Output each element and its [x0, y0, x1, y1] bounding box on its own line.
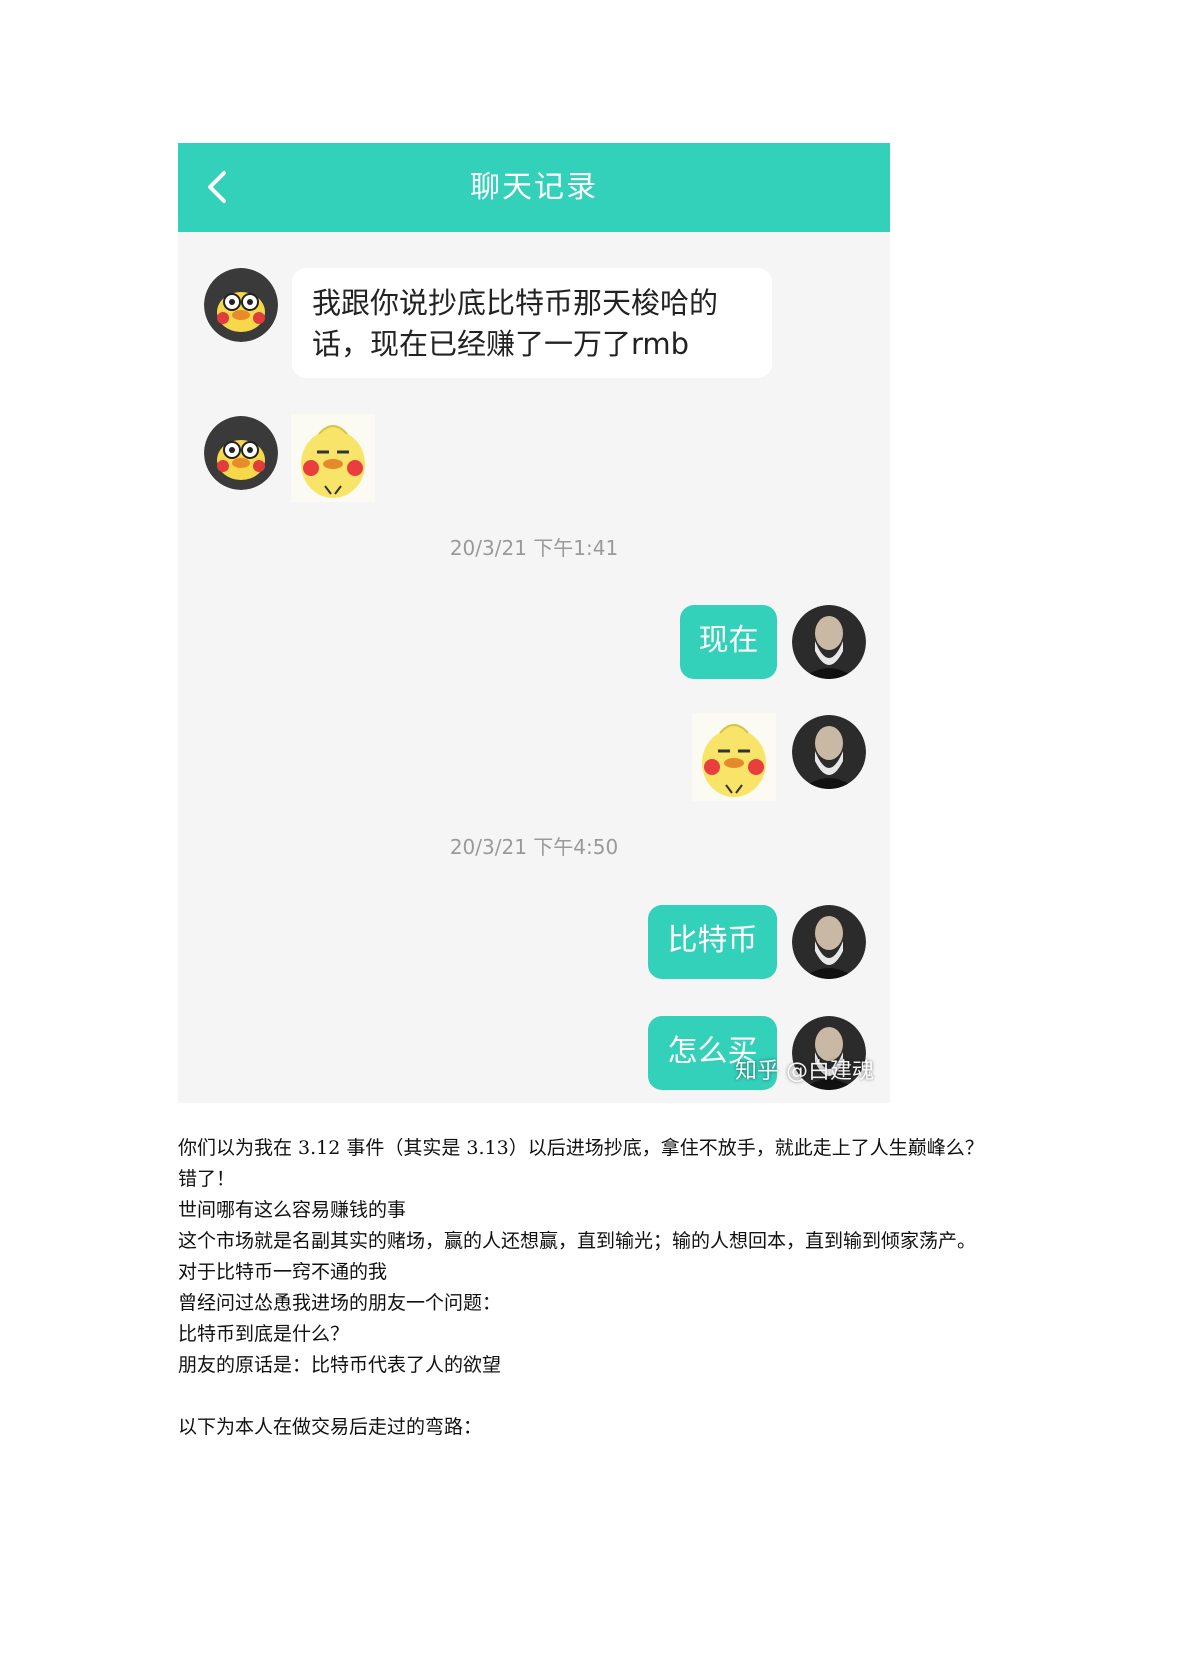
- paragraph: 对于比特币一窍不通的我: [178, 1261, 388, 1283]
- paragraph: 错了！: [178, 1168, 236, 1190]
- paragraph: 世间哪有这么容易赚钱的事: [178, 1199, 407, 1221]
- message-bubble-now: 现在: [680, 605, 777, 679]
- paragraph: 朋友的原话是：比特币代表了人的欲望: [178, 1354, 502, 1376]
- yellow-duck-sticker[interactable]: [291, 414, 375, 502]
- paragraph: 你们以为我在 3.12 事件（其实是 3.13）以后进场抄底，拿住不放手，就此走…: [178, 1137, 984, 1159]
- chat-screenshot: 聊天记录 我跟你说抄底比特币那天梭哈的话，现在已经赚了一万了rmb 20/3/2…: [178, 143, 890, 1103]
- message-text: 比特币: [667, 923, 758, 958]
- chat-title: 聊天记录: [470, 170, 598, 205]
- yellow-duck-sticker[interactable]: [692, 713, 776, 801]
- portrait-avatar[interactable]: [792, 905, 866, 979]
- timestamp: 20/3/21 下午1:41: [449, 536, 619, 560]
- message-text: 我跟你说抄底比特币那天梭哈的话，现在已经赚了一万了rmb: [312, 286, 719, 361]
- message-bubble-1: 我跟你说抄底比特币那天梭哈的话，现在已经赚了一万了rmb: [292, 268, 772, 378]
- portrait-avatar[interactable]: [792, 605, 866, 679]
- watermark: 知乎 @白建魂: [735, 1059, 874, 1084]
- paragraph: 比特币到底是什么？: [178, 1323, 350, 1345]
- article-body: 你们以为我在 3.12 事件（其实是 3.13）以后进场抄底，拿住不放手，就此走…: [178, 1133, 1012, 1443]
- timestamp: 20/3/21 下午4:50: [449, 835, 619, 859]
- paragraph: 曾经问过怂恿我进场的朋友一个问题：: [178, 1292, 502, 1314]
- paragraph: 这个市场就是名副其实的赌场，赢的人还想赢，直到输光；输的人想回本，直到输到倾家荡…: [178, 1230, 977, 1252]
- message-bubble-bitcoin: 比特币: [648, 905, 777, 979]
- closing-paragraph: 以下为本人在做交易后走过的弯路：: [178, 1416, 483, 1438]
- duck-avatar[interactable]: [204, 268, 278, 342]
- portrait-avatar[interactable]: [792, 715, 866, 789]
- chat-header-bar: 聊天记录: [178, 143, 890, 232]
- message-text: 现在: [698, 623, 759, 658]
- duck-avatar[interactable]: [204, 416, 278, 490]
